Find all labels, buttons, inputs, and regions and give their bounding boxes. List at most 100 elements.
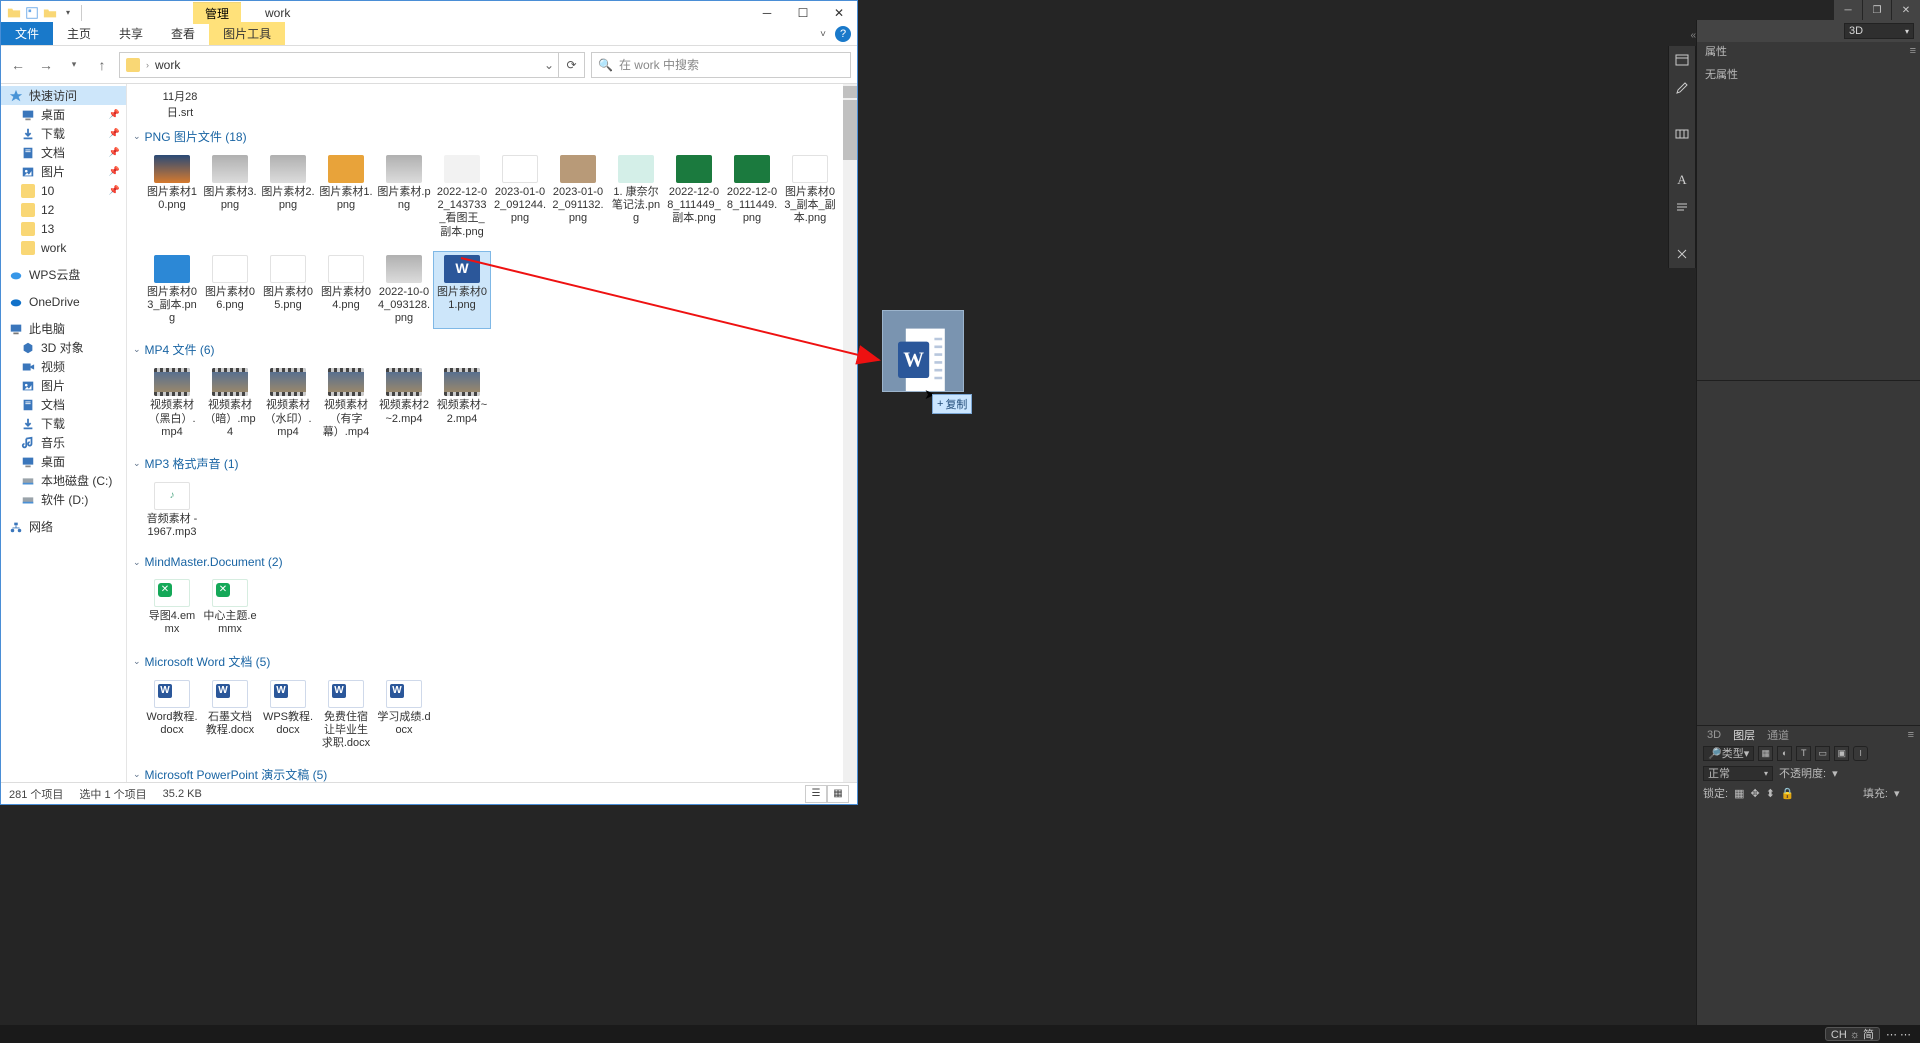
ribbon-tab-file[interactable]: 文件 [1, 22, 53, 45]
view-details-button[interactable]: ☰ [805, 785, 827, 803]
nav-up-button[interactable]: ↑ [91, 54, 113, 76]
file-item[interactable]: 图片素材1.png [317, 151, 375, 243]
file-item[interactable]: 2023-01-02_091244.png [491, 151, 549, 243]
file-item[interactable]: 2022-12-02_143733_看图王_副本.png [433, 151, 491, 243]
ribbon-tab-picture-tools[interactable]: 图片工具 [209, 22, 285, 45]
refresh-button[interactable]: ⟳ [559, 52, 585, 78]
ime-indicator[interactable]: CH ☼ 简 [1825, 1027, 1880, 1041]
panel-menu-icon[interactable]: ≡ [1908, 729, 1914, 741]
file-item[interactable]: 视频素材（有字幕）.mp4 [317, 364, 375, 443]
maximize-button[interactable]: ☐ [785, 1, 821, 24]
nav-back-button[interactable]: ← [7, 54, 29, 76]
file-item[interactable]: 图片素材.png [375, 151, 433, 243]
ps-brush-icon[interactable] [1669, 74, 1695, 102]
file-item[interactable]: 导图4.emmx [143, 575, 201, 640]
navigation-pane[interactable]: 快速访问 桌面📌下载📌文档📌图片📌10📌1213work WPS云盘 OneDr… [1, 84, 127, 782]
file-item[interactable]: 图片素材3.png [201, 151, 259, 243]
file-item[interactable]: 图片素材10.png [143, 151, 201, 243]
group-header[interactable]: ⌄MP4 文件 (6) [133, 339, 851, 360]
ps-tool-preset-icon[interactable] [1669, 240, 1695, 268]
ps-close-button[interactable]: ✕ [1892, 0, 1920, 20]
nav-item[interactable]: 本地磁盘 (C:) [1, 471, 126, 490]
file-item[interactable]: 石墨文档教程.docx [201, 676, 259, 755]
file-list[interactable]: 11月28日.srt ⌄PNG 图片文件 (18)图片素材10.png图片素材3… [127, 84, 857, 782]
file-item[interactable]: Word教程.docx [143, 676, 201, 755]
panel-menu-icon[interactable]: ≡ [1910, 45, 1916, 57]
file-item[interactable]: 视频素材~2.mp4 [433, 364, 491, 443]
file-item[interactable]: 视频素材（黑白）.mp4 [143, 364, 201, 443]
filter-adjust-icon[interactable]: ◐ [1777, 746, 1792, 761]
group-header[interactable]: ⌄Microsoft Word 文档 (5) [133, 651, 851, 672]
lock-position-icon[interactable]: ✥ [1750, 787, 1759, 800]
nav-item[interactable]: 桌面 [1, 452, 126, 471]
nav-item[interactable]: 软件 (D:) [1, 490, 126, 509]
file-item[interactable]: 图片素材06.png [201, 251, 259, 330]
fill-stepper[interactable]: ▾ [1894, 787, 1914, 800]
file-item[interactable]: 学习成绩.docx [375, 676, 433, 755]
ps-restore-button[interactable]: ❐ [1863, 0, 1891, 20]
windows-taskbar[interactable] [0, 1025, 1920, 1043]
tab-3d[interactable]: 3D [1703, 729, 1725, 741]
nav-item[interactable]: 桌面📌 [1, 105, 126, 124]
file-item[interactable]: 免费住宿让毕业生求职.docx [317, 676, 375, 755]
file-item[interactable]: WPS教程.docx [259, 676, 317, 755]
nav-item[interactable]: 下载📌 [1, 124, 126, 143]
breadcrumb-dropdown-icon[interactable]: ⌄ [544, 58, 554, 72]
file-item[interactable]: ♪音频素材 - 1967.mp3 [143, 478, 201, 543]
qat-dropdown-icon[interactable]: ▾ [61, 6, 75, 20]
minimize-button[interactable]: ─ [749, 1, 785, 24]
group-header[interactable]: ⌄MindMaster.Document (2) [133, 553, 851, 571]
qat-properties-icon[interactable] [25, 6, 39, 20]
qat-new-folder-icon[interactable] [43, 6, 57, 20]
lock-all-icon[interactable]: 🔒 [1781, 787, 1795, 800]
ps-paragraph-icon[interactable] [1669, 194, 1695, 222]
ps-history-icon[interactable] [1669, 46, 1695, 74]
opacity-stepper[interactable]: ▾ [1832, 767, 1852, 780]
file-item[interactable]: 图片素材05.png [259, 251, 317, 330]
group-header[interactable]: ⌄MP3 格式声音 (1) [133, 453, 851, 474]
file-item[interactable]: 视频素材2~2.mp4 [375, 364, 433, 443]
nav-item[interactable]: 3D 对象 [1, 338, 126, 357]
nav-network[interactable]: 网络 [1, 517, 126, 536]
nav-item[interactable]: 文档📌 [1, 143, 126, 162]
nav-item[interactable]: 音乐 [1, 433, 126, 452]
tray-overflow-icon[interactable]: ⋯⋯ [1886, 1028, 1914, 1041]
tab-channels[interactable]: 通道 [1763, 727, 1793, 743]
file-item[interactable]: 图片素材04.png [317, 251, 375, 330]
nav-onedrive[interactable]: OneDrive [1, 292, 126, 311]
nav-item[interactable]: 图片📌 [1, 162, 126, 181]
ps-panel-collapse-icon[interactable]: « [1668, 30, 1696, 44]
filter-smart-icon[interactable]: ▣ [1834, 746, 1849, 761]
blend-mode-select[interactable]: 正常▾ [1703, 766, 1773, 781]
filter-shape-icon[interactable]: ▭ [1815, 746, 1830, 761]
nav-item[interactable]: 视频 [1, 357, 126, 376]
scroll-thumb[interactable] [843, 100, 857, 160]
group-header[interactable]: ⌄Microsoft PowerPoint 演示文稿 (5) [133, 764, 851, 782]
ps-canvas-area[interactable] [858, 20, 1492, 1043]
file-item[interactable]: 图片素材2.png [259, 151, 317, 243]
tab-layers[interactable]: 图层 [1729, 727, 1759, 743]
help-icon[interactable]: ? [835, 26, 851, 42]
filter-type-icon[interactable]: T [1796, 746, 1811, 761]
file-item[interactable]: W图片素材01.png [433, 251, 491, 330]
nav-item[interactable]: 13 [1, 219, 126, 238]
ribbon-tab-view[interactable]: 查看 [157, 22, 209, 45]
breadcrumb-bar[interactable]: › work ⌄ [119, 52, 559, 78]
ribbon-tab-home[interactable]: 主页 [53, 22, 105, 45]
nav-item[interactable]: 下载 [1, 414, 126, 433]
nav-item[interactable]: 12 [1, 200, 126, 219]
view-icons-button[interactable]: ▦ [827, 785, 849, 803]
lock-pixels-icon[interactable]: ▦ [1734, 787, 1744, 800]
file-item[interactable]: 2022-12-08_111449_副本.png [665, 151, 723, 243]
file-item[interactable]: 图片素材03_副本_副本.png [781, 151, 839, 243]
scroll-up-button[interactable] [843, 86, 857, 98]
file-item[interactable]: 图片素材03_副本.png [143, 251, 201, 330]
nav-this-pc[interactable]: 此电脑 [1, 319, 126, 338]
nav-forward-button[interactable]: → [35, 54, 57, 76]
nav-item[interactable]: 文档 [1, 395, 126, 414]
chevron-right-icon[interactable]: › [146, 60, 149, 70]
ribbon-tab-share[interactable]: 共享 [105, 22, 157, 45]
nav-item[interactable]: 图片 [1, 376, 126, 395]
nav-wps[interactable]: WPS云盘 [1, 265, 126, 284]
close-button[interactable]: ✕ [821, 1, 857, 24]
